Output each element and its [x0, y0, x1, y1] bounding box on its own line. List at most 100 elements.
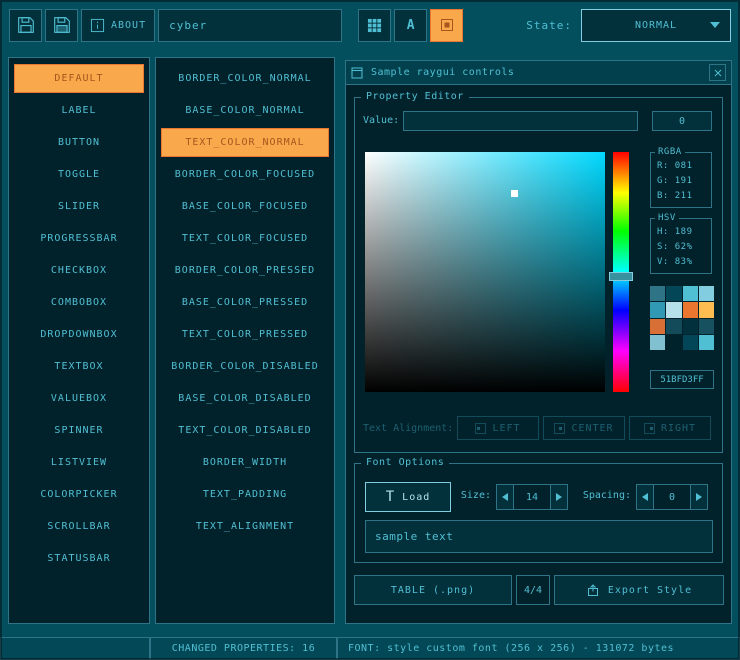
- color-swatch[interactable]: [683, 335, 698, 350]
- color-swatch[interactable]: [666, 286, 681, 301]
- spacing-value[interactable]: 0: [654, 484, 690, 510]
- controls-list-item[interactable]: TOGGLE: [14, 160, 144, 189]
- properties-list-item[interactable]: BORDER_COLOR_NORMAL: [161, 64, 329, 93]
- alignment-toggle-group: LEFT CENTER RIGHT: [457, 416, 711, 440]
- controls-table-button[interactable]: [358, 9, 391, 42]
- color-swatch[interactable]: [650, 302, 665, 317]
- window-icon: [351, 67, 363, 79]
- state-dropdown[interactable]: NORMAL: [581, 9, 731, 42]
- rgba-value: G: 191: [651, 174, 711, 189]
- color-swatch[interactable]: [699, 286, 714, 301]
- color-swatch[interactable]: [666, 335, 681, 350]
- color-swatch[interactable]: [683, 286, 698, 301]
- alignment-button[interactable]: LEFT: [457, 416, 539, 440]
- controls-list-item[interactable]: VALUEBOX: [14, 384, 144, 413]
- page-counter[interactable]: 4/4: [516, 575, 550, 605]
- rgba-group: RGBA R: 081G: 191B: 211: [650, 152, 712, 208]
- color-swatch[interactable]: [683, 302, 698, 317]
- save-style-button[interactable]: [45, 9, 78, 42]
- properties-list-item[interactable]: TEXT_COLOR_PRESSED: [161, 320, 329, 349]
- alignment-button[interactable]: CENTER: [543, 416, 625, 440]
- hue-slider-handle[interactable]: [609, 272, 633, 281]
- value-count-box[interactable]: 0: [652, 111, 712, 131]
- properties-list-item[interactable]: TEXT_COLOR_DISABLED: [161, 416, 329, 445]
- properties-list-item[interactable]: BASE_COLOR_PRESSED: [161, 288, 329, 317]
- color-picker-cursor[interactable]: [511, 190, 518, 197]
- style-name-input[interactable]: [158, 9, 342, 42]
- font-atlas-button[interactable]: A: [394, 9, 427, 42]
- properties-list-item[interactable]: TEXT_ALIGNMENT: [161, 512, 329, 541]
- about-button[interactable]: ABOUT: [81, 9, 155, 42]
- table-png-button[interactable]: TABLE (.png): [354, 575, 512, 605]
- rgba-value: R: 081: [651, 159, 711, 174]
- sample-text-input[interactable]: [365, 520, 713, 553]
- color-swatch[interactable]: [650, 286, 665, 301]
- controls-list-item[interactable]: SPINNER: [14, 416, 144, 445]
- value-input[interactable]: [403, 111, 638, 131]
- hsv-label: HSV: [655, 213, 679, 223]
- properties-list-item[interactable]: BASE_COLOR_FOCUSED: [161, 192, 329, 221]
- close-icon: [714, 69, 722, 77]
- font-load-button[interactable]: T Load: [365, 482, 451, 512]
- rguistyler-app: ABOUT A State: NORMAL: [0, 0, 740, 660]
- color-swatch[interactable]: [666, 302, 681, 317]
- controls-list-item[interactable]: DEFAULT: [14, 64, 144, 93]
- hsv-group: HSV H: 189S: 62%V: 83%: [650, 218, 712, 274]
- hsv-value: V: 83%: [651, 255, 711, 270]
- window-titlebar[interactable]: Sample raygui controls: [346, 61, 731, 85]
- close-button[interactable]: [709, 64, 726, 81]
- hex-value-box[interactable]: 51BFD3FF: [650, 370, 714, 389]
- floppy-save-icon: [53, 16, 71, 34]
- alignment-icon: [644, 423, 655, 434]
- property-editor-group: Property Editor Value: 0 RGBA R: 081G: 1…: [354, 97, 723, 453]
- color-swatch[interactable]: [699, 319, 714, 334]
- size-spinner: 14: [496, 484, 568, 510]
- color-swatch[interactable]: [666, 319, 681, 334]
- hue-slider[interactable]: [613, 152, 629, 392]
- spacing-decrease-button[interactable]: [636, 484, 654, 510]
- controls-list-item[interactable]: COLORPICKER: [14, 480, 144, 509]
- controls-list-item[interactable]: PROGRESSBAR: [14, 224, 144, 253]
- properties-list-item[interactable]: TEXT_PADDING: [161, 480, 329, 509]
- controls-list-item[interactable]: SLIDER: [14, 192, 144, 221]
- color-swatch[interactable]: [683, 319, 698, 334]
- style-image-mode-button[interactable]: [430, 9, 463, 42]
- controls-list-item[interactable]: COMBOBOX: [14, 288, 144, 317]
- properties-list-item[interactable]: BORDER_COLOR_DISABLED: [161, 352, 329, 381]
- spacing-increase-button[interactable]: [690, 484, 708, 510]
- controls-list-item[interactable]: LABEL: [14, 96, 144, 125]
- color-swatch[interactable]: [650, 335, 665, 350]
- controls-list-item[interactable]: SCROLLBAR: [14, 512, 144, 541]
- text-alignment-row: Text Alignment: LEFT CENTER: [355, 416, 722, 440]
- controls-list-item[interactable]: STATUSBAR: [14, 544, 144, 573]
- properties-list-item[interactable]: BORDER_COLOR_PRESSED: [161, 256, 329, 285]
- font-options-label: Font Options: [361, 457, 449, 468]
- properties-list-item[interactable]: BORDER_COLOR_FOCUSED: [161, 160, 329, 189]
- properties-list-item[interactable]: TEXT_COLOR_FOCUSED: [161, 224, 329, 253]
- size-decrease-button[interactable]: [496, 484, 514, 510]
- rgba-values: R: 081G: 191B: 211: [651, 153, 711, 204]
- font-options-group: Font Options T Load Size: 14 Spacing: 0: [354, 463, 723, 563]
- color-swatch[interactable]: [650, 319, 665, 334]
- properties-list-item[interactable]: TEXT_COLOR_NORMAL: [161, 128, 329, 157]
- alignment-icon: [475, 423, 486, 434]
- arrow-left-icon: [502, 493, 508, 501]
- controls-list-item[interactable]: TEXTBOX: [14, 352, 144, 381]
- color-swatch[interactable]: [699, 302, 714, 317]
- hsv-value: H: 189: [651, 225, 711, 240]
- controls-list-item[interactable]: CHECKBOX: [14, 256, 144, 285]
- color-picker-panel[interactable]: [365, 152, 605, 392]
- controls-list-item[interactable]: DROPDOWNBOX: [14, 320, 144, 349]
- properties-list-item[interactable]: BASE_COLOR_NORMAL: [161, 96, 329, 125]
- export-style-button[interactable]: Export Style: [554, 575, 724, 605]
- properties-list-item[interactable]: BASE_COLOR_DISABLED: [161, 384, 329, 413]
- alignment-button[interactable]: RIGHT: [629, 416, 711, 440]
- size-value[interactable]: 14: [514, 484, 550, 510]
- size-increase-button[interactable]: [550, 484, 568, 510]
- controls-list-item[interactable]: BUTTON: [14, 128, 144, 157]
- color-swatch[interactable]: [699, 335, 714, 350]
- controls-list-item[interactable]: LISTVIEW: [14, 448, 144, 477]
- arrow-right-icon: [556, 493, 562, 501]
- properties-list-item[interactable]: BORDER_WIDTH: [161, 448, 329, 477]
- load-style-button[interactable]: [9, 9, 42, 42]
